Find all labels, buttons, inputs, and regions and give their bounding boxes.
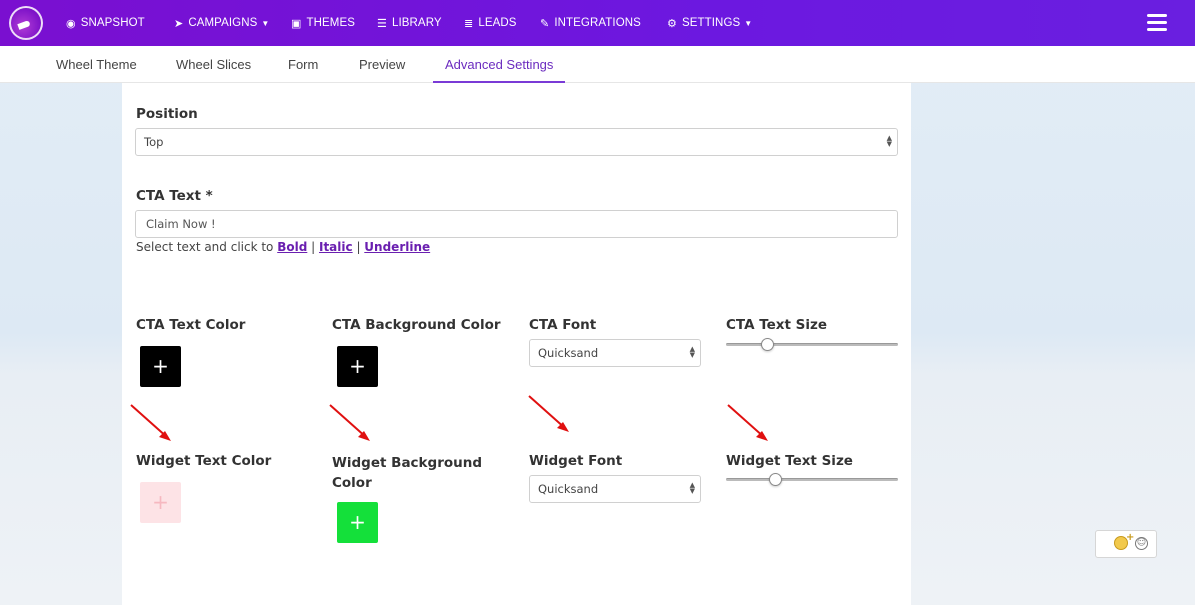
tab-preview[interactable]: Preview — [359, 46, 405, 83]
widget-font-select[interactable]: Quicksand ▲ ▼ — [529, 475, 701, 503]
tab-wheel-theme[interactable]: Wheel Theme — [56, 46, 137, 83]
hamburger-menu-icon[interactable] — [1147, 14, 1167, 32]
select-arrows-icon: ▲ ▼ — [689, 345, 695, 359]
helper-separator: | — [307, 240, 319, 254]
position-label: Position — [136, 106, 198, 122]
nav-leads[interactable]: ≣ LEADS — [464, 0, 517, 46]
annotation-arrow-3 — [528, 395, 569, 432]
nav-settings[interactable]: ⚙ SETTINGS ▼ — [667, 0, 752, 46]
list-alt-icon: ☰ — [377, 17, 387, 30]
smiley-icon: ☺ — [1135, 537, 1148, 550]
cta-bg-color-label: CTA Background Color — [332, 317, 501, 333]
cta-text-label: CTA Text * — [136, 188, 213, 204]
nav-campaigns-label: CAMPAIGNS — [188, 17, 258, 29]
widget-text-size-label: Widget Text Size — [726, 453, 853, 469]
image-icon: ▣ — [291, 17, 302, 30]
annotation-arrow-2 — [329, 404, 370, 441]
nav-integrations[interactable]: ✎ INTEGRATIONS — [540, 0, 641, 46]
nav-leads-label: LEADS — [478, 17, 517, 29]
nav-library[interactable]: ☰ LIBRARY — [377, 0, 442, 46]
cta-font-label: CTA Font — [529, 317, 597, 333]
underline-link[interactable]: Underline — [364, 240, 430, 254]
emoji-picker-button[interactable]: + ☺ — [1095, 530, 1157, 558]
bold-link[interactable]: Bold — [277, 240, 307, 254]
nav-snapshot[interactable]: ◉ SNAPSHOT — [66, 0, 145, 46]
helper-prefix: Select text and click to — [136, 240, 278, 254]
nav-campaigns[interactable]: ➤ CAMPAIGNS ▼ — [174, 0, 269, 46]
tab-form[interactable]: Form — [288, 46, 318, 83]
italic-link[interactable]: Italic — [319, 240, 353, 254]
cta-text-color-label: CTA Text Color — [136, 317, 246, 333]
dashboard-icon: ◉ — [66, 17, 76, 30]
widget-text-color-label: Widget Text Color — [136, 453, 272, 469]
plus-icon: + — [1126, 532, 1135, 543]
nav-integrations-label: INTEGRATIONS — [554, 17, 641, 29]
slider-thumb[interactable] — [761, 338, 774, 351]
annotation-arrow-1 — [130, 404, 171, 441]
select-arrows-icon: ▲ ▼ — [689, 481, 695, 495]
tab-advanced-settings[interactable]: Advanced Settings — [433, 46, 566, 83]
cta-text-size-label: CTA Text Size — [726, 317, 828, 333]
position-select-value: Top — [144, 135, 164, 149]
cogs-icon: ⚙ — [667, 17, 677, 30]
helper-separator: | — [352, 240, 365, 254]
annotation-arrow-4 — [727, 404, 768, 441]
chevron-down-icon: ▼ — [744, 18, 753, 28]
cta-text-helper: Select text and click to Bold | Italic |… — [136, 240, 430, 254]
nav-library-label: LIBRARY — [391, 17, 442, 29]
widget-bg-color-label: Widget Background Color — [332, 453, 482, 493]
nav-settings-label: SETTINGS — [681, 17, 741, 29]
cta-text-color-picker[interactable]: + — [140, 346, 181, 387]
nav-themes-label: THEMES — [306, 17, 356, 29]
app-logo[interactable] — [9, 6, 43, 40]
cta-bg-color-picker[interactable]: + — [337, 346, 378, 387]
paper-plane-icon: ➤ — [174, 17, 184, 30]
widget-font-value: Quicksand — [538, 482, 599, 496]
settings-tabs: Wheel Theme Wheel Slices Form Preview Ad… — [0, 46, 1195, 83]
cta-text-input[interactable]: Claim Now ! — [135, 210, 898, 238]
slider-thumb[interactable] — [769, 473, 782, 486]
list-icon: ≣ — [464, 17, 474, 30]
select-arrows-icon: ▲ ▼ — [886, 134, 892, 148]
tab-wheel-slices[interactable]: Wheel Slices — [176, 46, 251, 83]
cta-font-select[interactable]: Quicksand ▲ ▼ — [529, 339, 701, 367]
widget-bg-color-label-line1: Widget Background — [332, 455, 483, 471]
slider-track — [726, 478, 898, 481]
position-select[interactable]: Top ▲ ▼ — [135, 128, 898, 156]
cta-text-size-slider[interactable] — [726, 338, 898, 352]
top-navbar: ◉ SNAPSHOT ➤ CAMPAIGNS ▼ ▣ THEMES ☰ LIBR… — [0, 0, 1195, 46]
widget-bg-color-picker[interactable]: + — [337, 502, 378, 543]
nav-themes[interactable]: ▣ THEMES — [291, 0, 355, 46]
cta-font-value: Quicksand — [538, 346, 599, 360]
nav-snapshot-label: SNAPSHOT — [80, 17, 145, 29]
widget-text-color-picker[interactable]: + — [140, 482, 181, 523]
widget-text-size-slider[interactable] — [726, 473, 898, 487]
widget-font-label: Widget Font — [529, 453, 623, 469]
widget-bg-color-label-line2: Color — [332, 475, 372, 491]
slider-track — [726, 343, 898, 346]
chevron-down-icon: ▼ — [261, 18, 270, 28]
plug-icon: ✎ — [540, 17, 550, 30]
